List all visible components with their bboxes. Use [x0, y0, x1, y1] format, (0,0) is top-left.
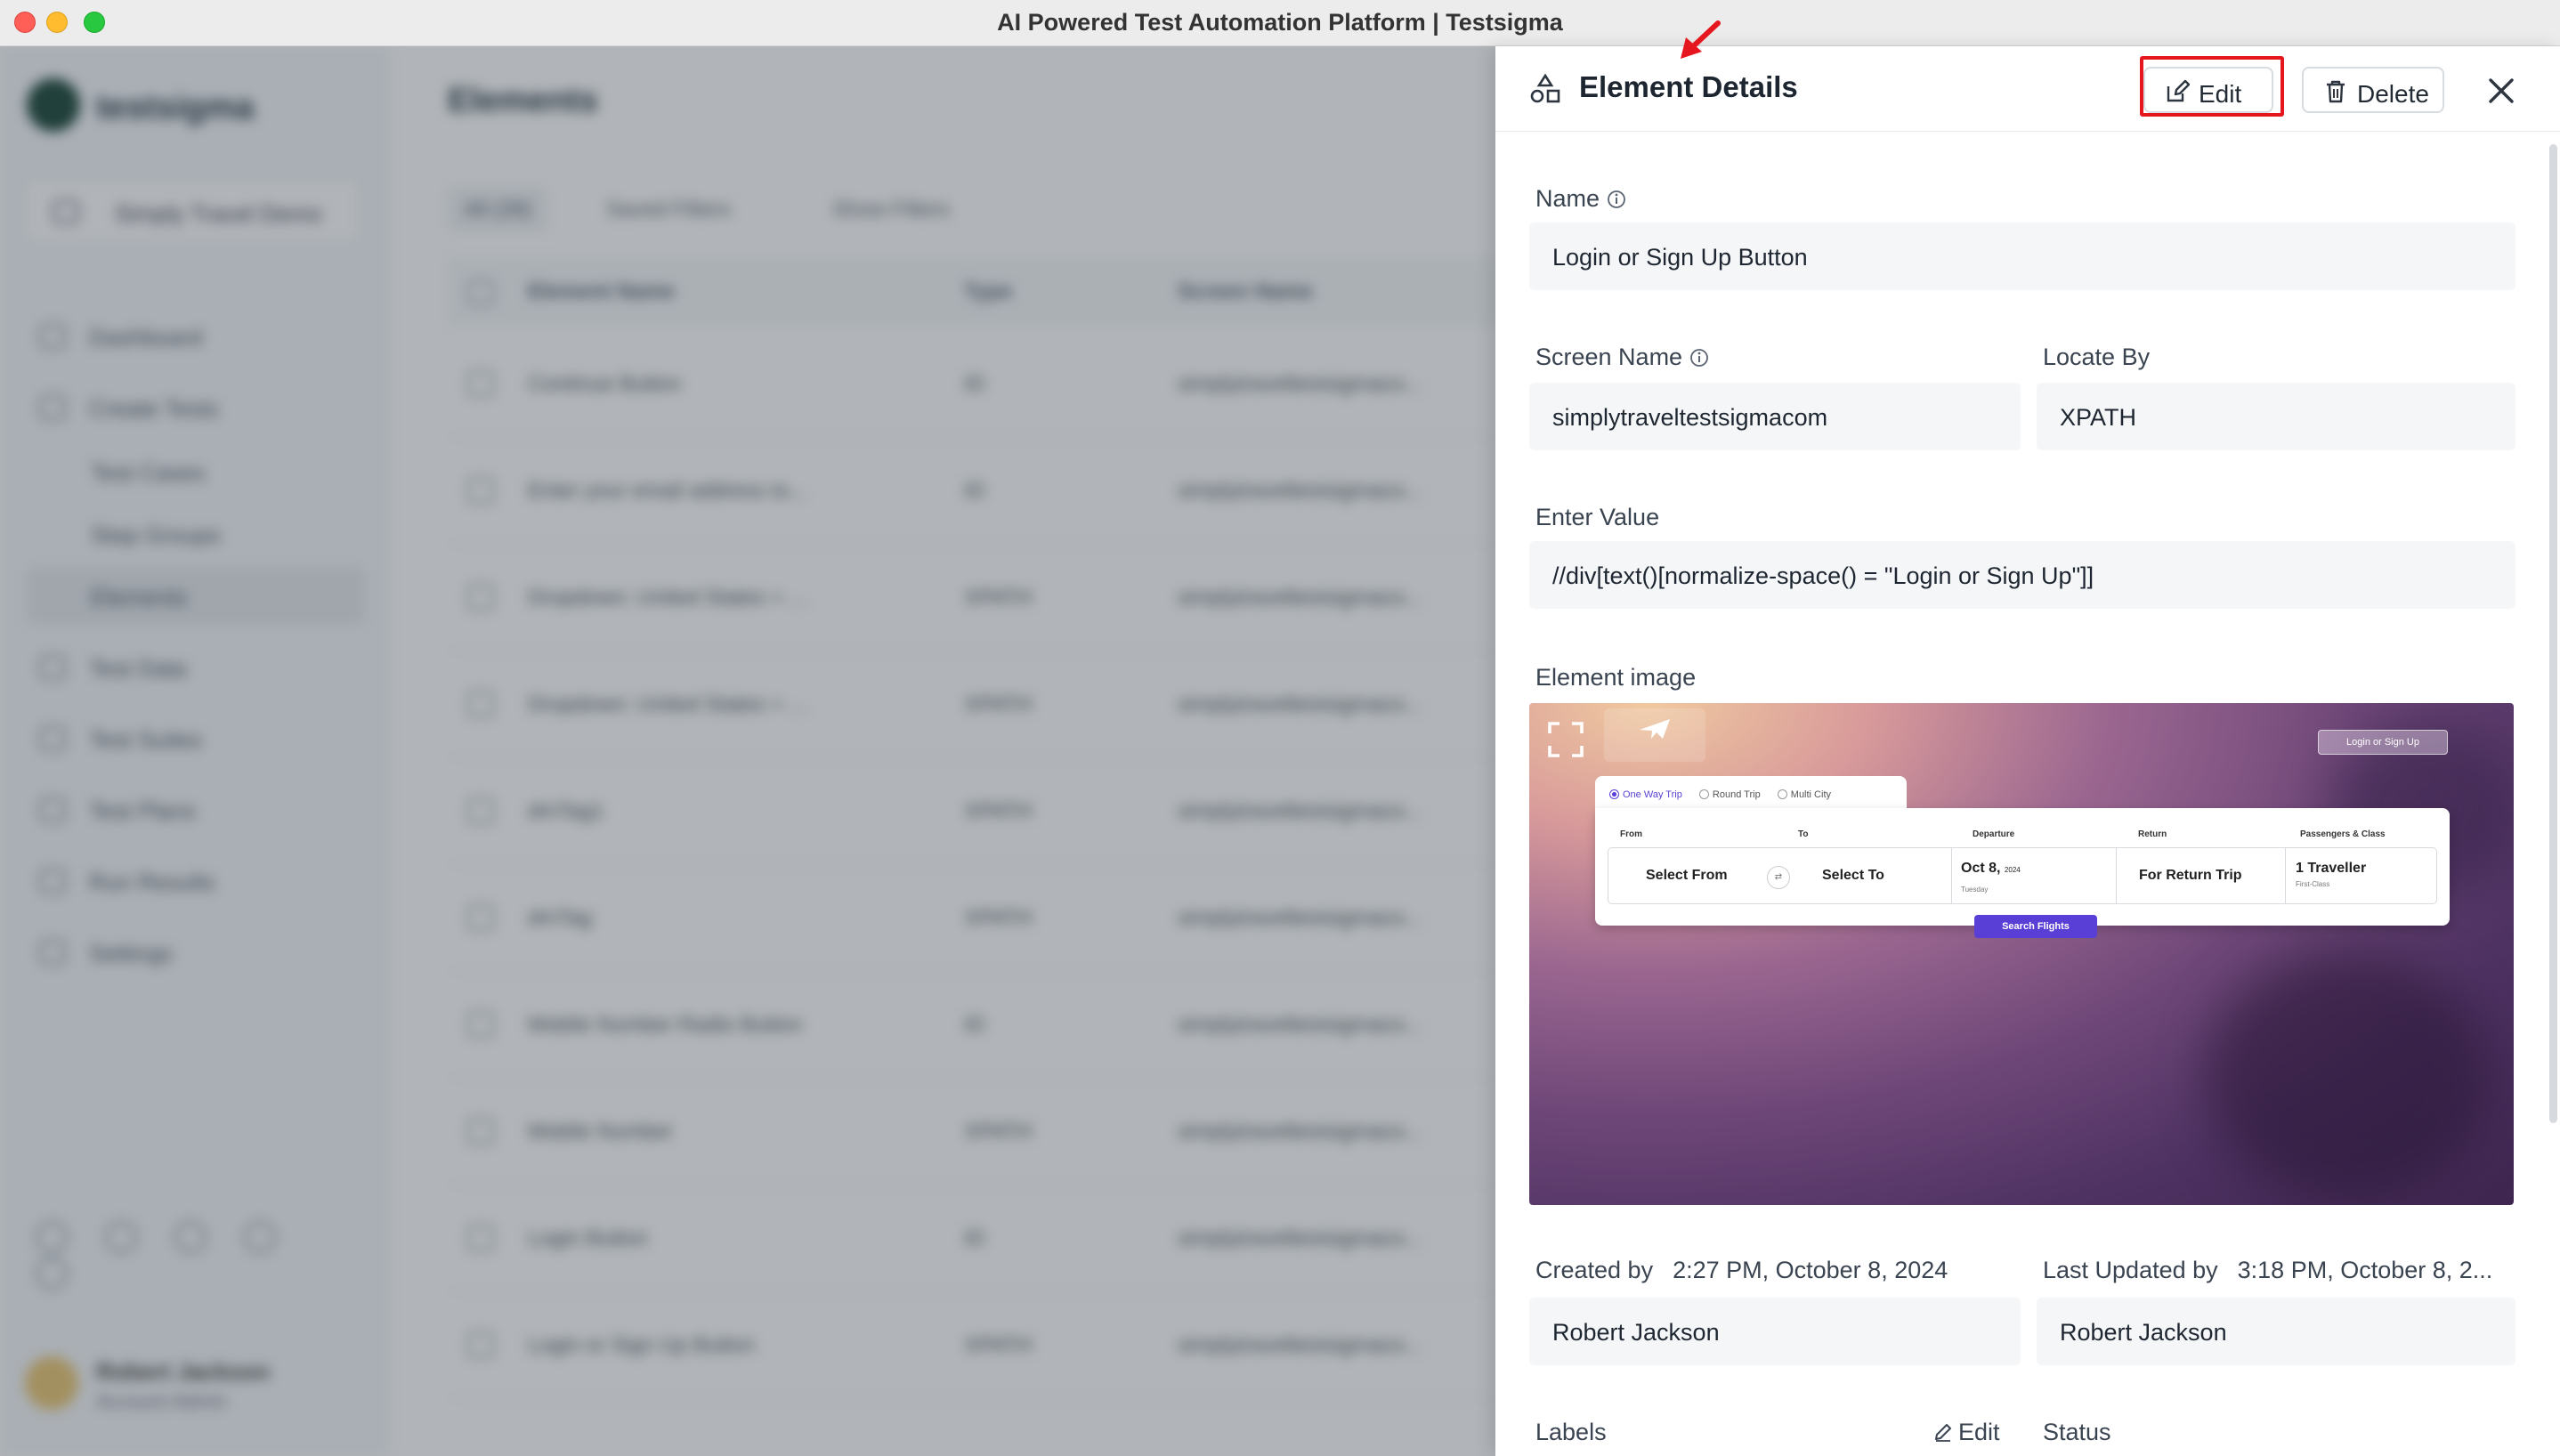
last-updated-field: Robert Jackson: [2037, 1298, 2515, 1365]
panel-scrollbar-thumb[interactable]: [2549, 144, 2557, 1123]
background-app: testsigma Simply Travel Demo Dashboard C…: [0, 46, 1495, 1456]
enter-value-label: Enter Value: [1535, 504, 1660, 530]
element-image-label: Element image: [1535, 664, 1697, 691]
mini-search-flights-button: Search Flights: [1974, 915, 2097, 938]
mini-login-button: Login or Sign Up: [2318, 730, 2448, 755]
flight-search-card: From To Departure Return Passengers & Cl…: [1595, 808, 2450, 926]
created-by-field: Robert Jackson: [1529, 1298, 2021, 1365]
enter-value-field: //div[text()[normalize-space() = "Login …: [1529, 541, 2515, 609]
edit-button[interactable]: Edit: [2143, 67, 2273, 113]
airplane-icon: [1640, 719, 1670, 739]
delete-button[interactable]: Delete: [2302, 67, 2444, 113]
info-icon[interactable]: [1689, 348, 1709, 368]
window-titlebar: AI Powered Test Automation Platform | Te…: [0, 0, 2560, 46]
expand-icon[interactable]: [1547, 721, 1584, 758]
trash-icon: [2327, 80, 2345, 103]
window-title: AI Powered Test Automation Platform | Te…: [997, 9, 1563, 36]
panel-title: Element Details: [1579, 70, 1798, 103]
travel-logo: [1604, 708, 1705, 762]
locate-by-field: XPATH: [2037, 383, 2515, 450]
element-image: Login or Sign Up One Way Trip Round Trip…: [1529, 703, 2514, 1205]
labels-edit-button[interactable]: Edit: [1933, 1419, 2000, 1446]
element-details-panel: Element Details Edit Delete Name Login o…: [1495, 46, 2560, 1456]
name-field: Login or Sign Up Button: [1529, 222, 2515, 290]
pencil-icon: [1935, 1424, 1951, 1442]
edit-icon: [2167, 79, 2190, 102]
last-updated-label: Last Updated by 3:18 PM, October 8, 2...: [2043, 1257, 2493, 1283]
close-icon: [2489, 78, 2514, 103]
trip-type-tabs: One Way Trip Round Trip Multi City: [1595, 776, 1907, 812]
labels-label: Labels: [1535, 1419, 1607, 1445]
created-by-label: Created by 2:27 PM, October 8, 2024: [1535, 1257, 1948, 1283]
close-panel-button[interactable]: [2483, 73, 2519, 109]
element-shapes-icon: [1530, 73, 1560, 103]
screen-name-field: simplytraveltestsigmacom: [1529, 383, 2021, 450]
locate-by-label: Locate By: [2043, 344, 2151, 370]
name-label: Name: [1535, 185, 1626, 213]
status-label: Status: [2043, 1419, 2111, 1445]
created-at: 2:27 PM, October 8, 2024: [1673, 1257, 1948, 1283]
modal-overlay[interactable]: [0, 46, 1495, 1456]
panel-header: Element Details Edit Delete: [1495, 46, 2560, 132]
info-icon[interactable]: [1607, 190, 1626, 209]
screen-name-label: Screen Name: [1535, 344, 1709, 371]
updated-at: 3:18 PM, October 8, 2...: [2237, 1257, 2493, 1283]
